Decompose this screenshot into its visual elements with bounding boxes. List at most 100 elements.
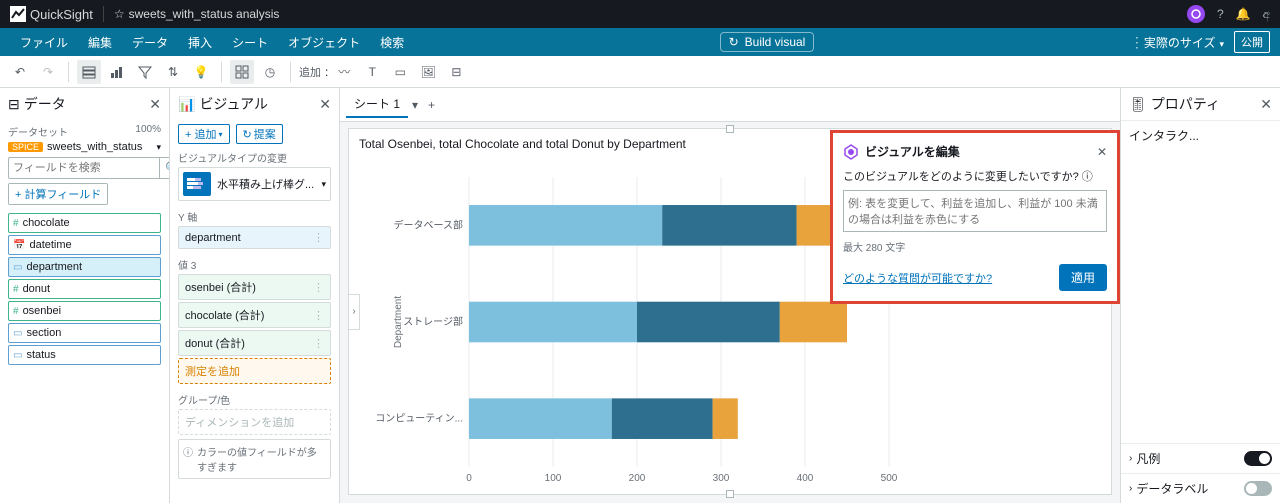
props-panel-title: プロパティ [1151,94,1220,114]
user-icon[interactable]: අ [1263,7,1270,22]
ai-help-link[interactable]: どのような質問が可能ですか? [843,270,992,286]
legend-section-label: 凡例 [1136,450,1160,467]
spice-badge: SPICE [8,142,43,152]
dataset-pct: 100% [135,124,161,139]
ai-prompt-text: このビジュアルをどのように変更したいですか? [843,168,1079,184]
close-props-panel[interactable]: ✕ [1260,96,1272,113]
ai-prompt-textarea[interactable] [843,190,1107,232]
close-visual-panel[interactable]: ✕ [319,96,331,113]
chevron-down-icon: ▾ [156,142,161,153]
size-dropdown[interactable]: 実際のサイズ [1144,34,1224,51]
grip-icon: ⋮ [313,337,324,350]
build-visual-button[interactable]: ↻ Build visual [720,32,815,52]
sheet-tab-1[interactable]: シート 1 [346,91,408,118]
field-datetime[interactable]: 📅datetime [8,235,161,255]
add-control-icon[interactable]: ⊟ [444,60,468,84]
field-osenbei[interactable]: # osenbei [8,301,161,321]
redo-button[interactable]: ↷ [36,60,60,84]
value-well[interactable]: donut (合計) ⋮ [178,330,331,356]
lightbulb-icon[interactable]: 💡 [189,60,213,84]
color-warn-text: カラーの値フィールドが多すぎます [197,444,326,474]
data-icon: ⊟ [8,96,20,113]
add-image-icon[interactable]: 🖼 [416,60,440,84]
svg-text:100: 100 [545,473,562,484]
stacked-bar-icon [183,172,211,196]
group-well[interactable]: ディメンションを追加 [178,409,331,435]
overflow-menu[interactable]: ⋮ [1130,34,1144,51]
menu-object[interactable]: オブジェクト [278,34,370,51]
menu-data[interactable]: データ [122,34,178,51]
menu-edit[interactable]: 編集 [78,34,122,51]
chart-icon: 📊 [178,96,195,113]
add-visual-button[interactable]: + 追加 ▾ [178,124,230,144]
field-donut[interactable]: #donut [8,279,161,299]
field-type-icon: # [13,284,19,295]
val-name: donut (合計) [185,335,245,351]
interaction-section[interactable]: インタラク... [1121,120,1280,150]
menu-file[interactable]: ファイル [10,34,78,51]
ai-logo-icon [843,144,859,160]
add-line-icon[interactable]: 〰 [332,60,356,84]
add-text-icon[interactable]: T [360,60,384,84]
menu-search[interactable]: 検索 [370,34,414,51]
help-icon[interactable]: ? [1217,7,1224,21]
y-axis-label: Y 軸 [178,209,331,224]
value-well[interactable]: osenbei (合計)⋮ [178,274,331,300]
field-name: osenbei [23,305,62,317]
expand-handle[interactable]: › [348,294,360,330]
product-logo[interactable]: QuickSight [10,6,104,22]
grip-icon: ⋮ [313,281,324,294]
field-type-icon: ▭ [13,262,22,273]
search-icon[interactable]: 🔍 [159,157,169,179]
svg-text:500: 500 [881,473,898,484]
add-shape-icon[interactable]: ▭ [388,60,412,84]
svg-text:コンピューティン...: コンピューティン... [375,413,463,425]
value-well[interactable]: chocolate (合計)⋮ [178,302,331,328]
analysis-title[interactable]: ☆ sweets_with_status analysis [104,7,280,21]
field-search-input[interactable] [8,157,159,179]
viz-type-selector[interactable]: 水平積み上げ棒グ... ▾ [178,167,331,201]
datalabel-section[interactable]: データラベル [1121,473,1280,503]
analysis-name-text: sweets_with_status analysis [129,7,280,21]
svg-text:0: 0 [466,473,472,484]
suggest-button[interactable]: ↻ 提案 [236,124,283,144]
info-icon: ⓘ [183,444,193,474]
notification-icon[interactable]: 🔔 [1236,7,1251,21]
field-department[interactable]: ▭department [8,257,161,277]
props-toggle[interactable] [230,60,254,84]
add-measure-well[interactable]: 測定を追加 [178,358,331,384]
publish-button[interactable]: 公開 [1234,31,1270,53]
sliders-icon: 🎚 [1129,96,1147,113]
menu-insert[interactable]: 挿入 [178,34,222,51]
add-sheet-button[interactable]: + [422,98,441,112]
visual-toggle[interactable] [105,60,129,84]
val-name: chocolate (合計) [185,307,264,323]
sheet-tab-menu[interactable]: ▾ [412,98,418,112]
legend-section[interactable]: 凡例 [1121,443,1280,473]
field-name: section [26,327,61,339]
legend-toggle[interactable] [1244,451,1272,466]
app-badge-icon[interactable] [1187,5,1205,23]
calc-field-button[interactable]: + 計算フィールド [8,183,108,205]
ai-apply-button[interactable]: 適用 [1059,264,1107,291]
field-section[interactable]: ▭section [8,323,161,343]
grip-icon: ⋮ [313,231,324,244]
info-icon[interactable]: ⓘ [1082,168,1093,184]
menu-sheet[interactable]: シート [222,34,278,51]
close-data-panel[interactable]: ✕ [149,96,161,113]
build-visual-label: Build visual [745,35,806,49]
field-chocolate[interactable]: #chocolate [8,213,161,233]
clock-icon[interactable]: ◷ [258,60,282,84]
data-toggle[interactable] [77,60,101,84]
sort-icon[interactable]: ⇅ [161,60,185,84]
field-type-icon: # [13,306,19,317]
field-status[interactable]: ▭status [8,345,161,365]
undo-button[interactable]: ↶ [8,60,32,84]
field-name: chocolate [23,217,70,229]
y-axis-well[interactable]: department ⋮ [178,226,331,249]
ai-close-button[interactable]: ✕ [1097,145,1107,159]
filter-icon[interactable] [133,60,157,84]
datalabel-toggle[interactable] [1244,481,1272,496]
field-name: status [26,349,55,361]
dataset-selector[interactable]: SPICE sweets_with_status ▾ [8,141,161,153]
